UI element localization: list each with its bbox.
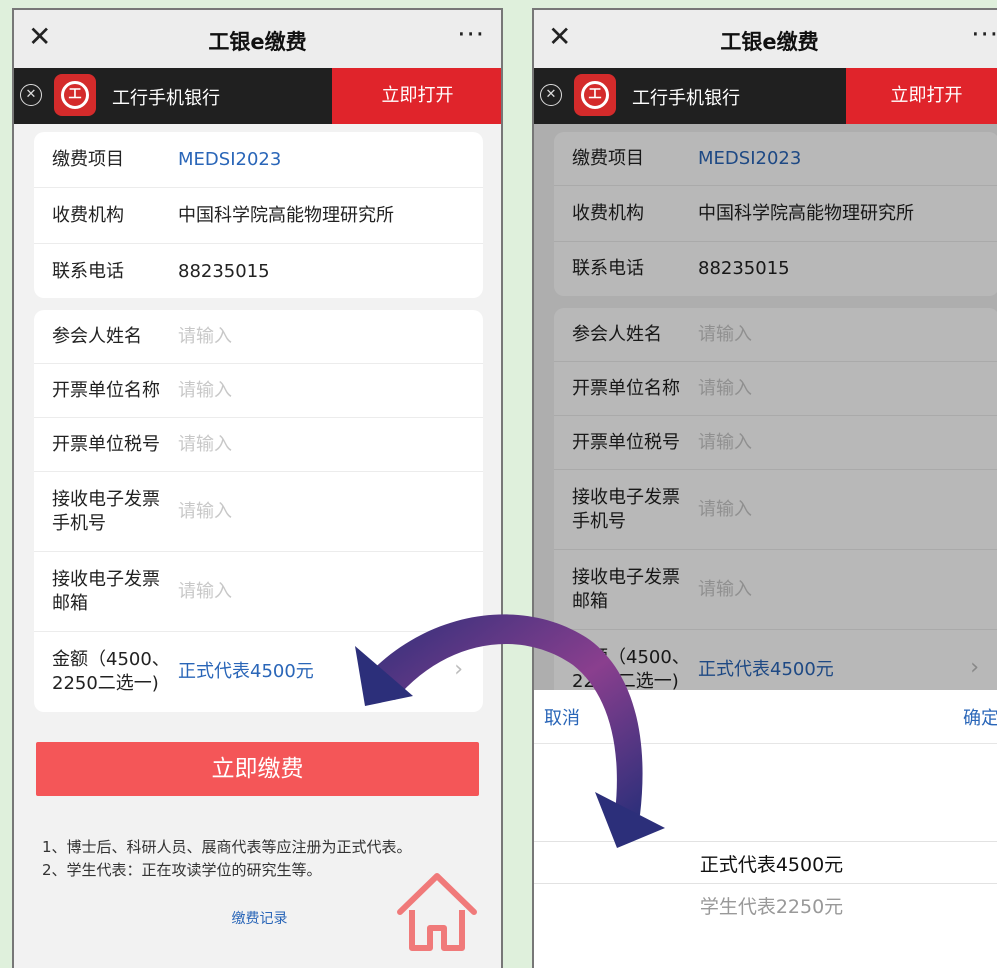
info-label: 联系电话 [52, 261, 124, 282]
field-label: 开票单位名称 [52, 380, 160, 401]
home-icon[interactable] [394, 870, 480, 954]
more-icon[interactable]: ··· [971, 20, 997, 50]
info-row-project: 缴费项目 MEDSI2023 [34, 132, 483, 188]
picker-option-selected[interactable]: 正式代表4500元 [534, 850, 997, 877]
picker-selection-line [534, 883, 997, 884]
info-row-phone: 联系电话 88235015 [34, 244, 483, 298]
field-label: 接收电子发票手机号 [52, 489, 160, 534]
field-label: 开票单位税号 [52, 434, 160, 455]
info-value: 88235015 [178, 261, 270, 282]
dismiss-banner-icon[interactable]: ✕ [20, 84, 42, 106]
field-input[interactable]: 请输入 [178, 379, 232, 403]
amount-select[interactable]: 正式代表4500元 [178, 660, 314, 684]
field-invoice-phone[interactable]: 接收电子发票手机号 请输入 [34, 472, 483, 552]
picker-confirm-button[interactable]: 确定 [963, 704, 997, 730]
info-card: 缴费项目 MEDSI2023 收费机构 中国科学院高能物理研究所 联系电话 88… [34, 132, 483, 298]
open-app-button[interactable]: 立即打开 [332, 68, 501, 124]
note-line: 2、学生代表：正在攻读学位的研究生等。 [42, 861, 322, 879]
field-input[interactable]: 请输入 [178, 500, 232, 524]
page-title: 工银e缴费 [720, 30, 819, 54]
info-value: 中国科学院高能物理研究所 [178, 205, 394, 226]
field-input[interactable]: 请输入 [178, 325, 232, 349]
picker-option[interactable]: 学生代表2250元 [534, 892, 997, 919]
field-label: 金额（4500、2250二选一) [52, 649, 170, 694]
curved-arrow-icon [355, 614, 665, 848]
info-row-org: 收费机构 中国科学院高能物理研究所 [34, 188, 483, 244]
title-bar: ✕ 工银e缴费 ··· [14, 10, 501, 68]
field-input[interactable]: 请输入 [178, 580, 232, 604]
info-label: 缴费项目 [52, 149, 124, 170]
info-value: MEDSI2023 [178, 149, 282, 170]
open-app-button[interactable]: 立即打开 [846, 68, 997, 124]
more-icon[interactable]: ··· [457, 20, 485, 50]
field-invoice-company[interactable]: 开票单位名称 请输入 [34, 364, 483, 418]
app-banner: ✕ 工 工行手机银行 立即打开 [14, 68, 501, 124]
field-label: 接收电子发票邮箱 [52, 569, 160, 614]
page-title: 工银e缴费 [208, 30, 307, 54]
title-bar: ✕ 工银e缴费 ··· [534, 10, 997, 68]
field-label: 参会人姓名 [52, 326, 142, 347]
field-attendee-name[interactable]: 参会人姓名 请输入 [34, 310, 483, 364]
info-label: 收费机构 [52, 205, 124, 226]
dismiss-banner-icon[interactable]: ✕ [540, 84, 562, 106]
icbc-logo: 工 [574, 74, 616, 116]
app-banner: ✕ 工 工行手机银行 立即打开 [534, 68, 997, 124]
field-tax-id[interactable]: 开票单位税号 请输入 [34, 418, 483, 472]
bank-name: 工行手机银行 [632, 88, 740, 109]
bank-name: 工行手机银行 [112, 88, 220, 109]
icbc-logo: 工 [54, 74, 96, 116]
field-input[interactable]: 请输入 [178, 433, 232, 457]
